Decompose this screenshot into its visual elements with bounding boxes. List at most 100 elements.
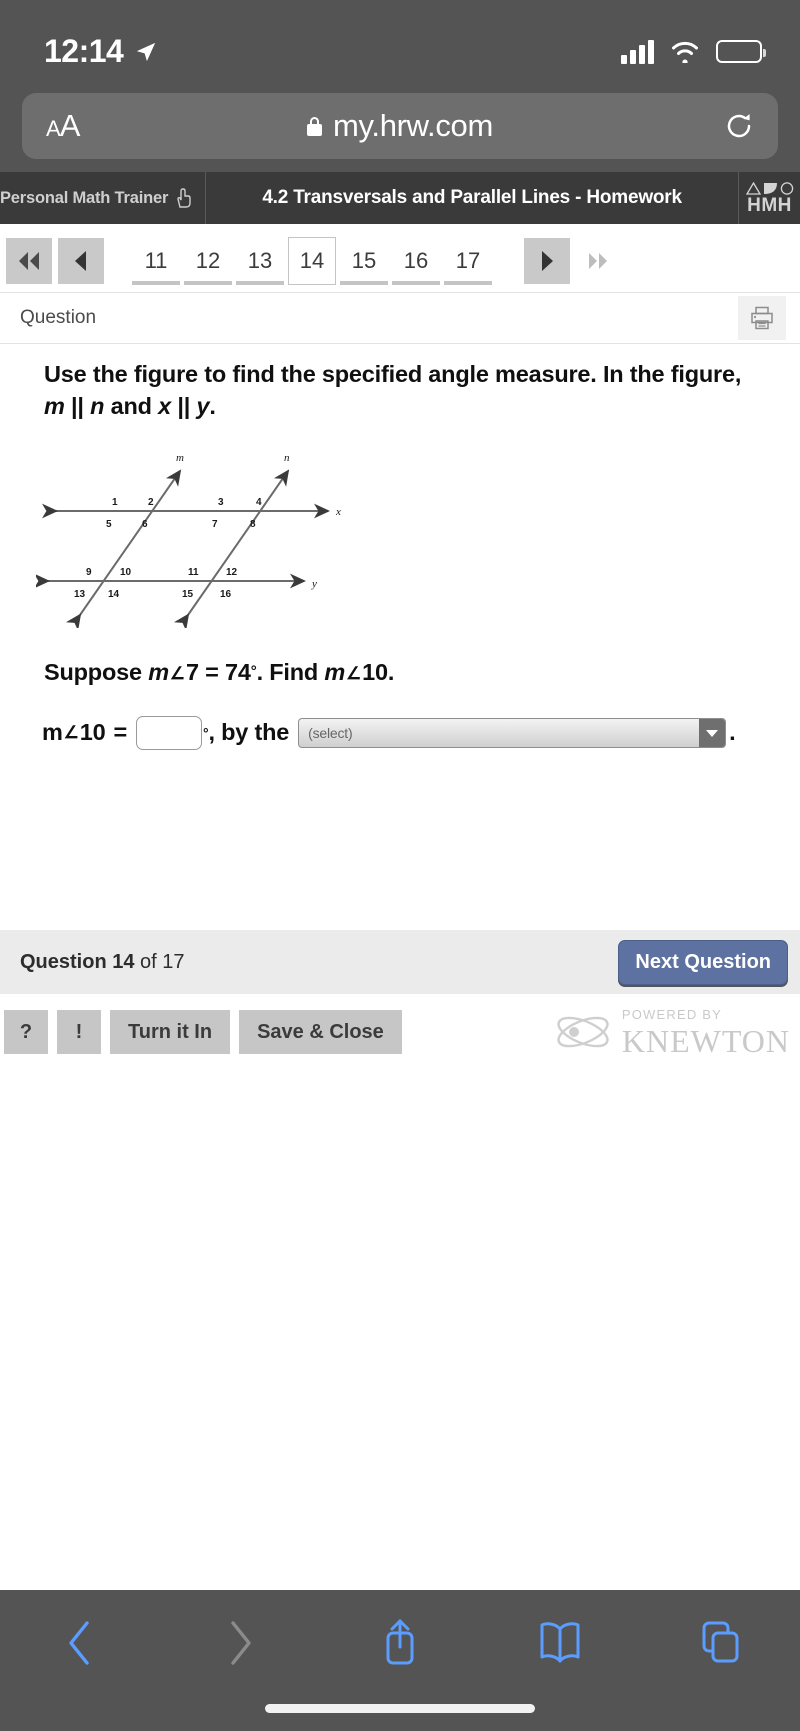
page-number-16[interactable]: 16 xyxy=(392,241,440,285)
safari-url-bar-container: AA my.hrw.com xyxy=(0,85,800,179)
tabs-button[interactable] xyxy=(684,1612,756,1674)
browser-forward-button[interactable] xyxy=(204,1612,276,1674)
pager-first-button[interactable] xyxy=(6,238,52,284)
reload-icon[interactable] xyxy=(724,111,754,141)
powered-by-label: POWERED BY xyxy=(621,1006,722,1022)
trailing-period: . xyxy=(729,719,736,746)
transversals-diagram: m n x y 1 2 3 4 5 6 7 8 9 10 11 12 13 14… xyxy=(34,452,341,631)
double-chevron-left-icon xyxy=(19,252,39,270)
answer-input[interactable] xyxy=(136,715,203,750)
pager-prev-button[interactable] xyxy=(58,238,104,284)
answer-equals: = xyxy=(113,719,128,746)
pager-right-controls xyxy=(524,238,622,284)
label-line-m: m xyxy=(176,452,184,464)
prompt-var-x: x xyxy=(158,393,172,420)
angle-14: 14 xyxy=(108,589,120,600)
cellular-signal-icon xyxy=(621,39,654,64)
find-var: m xyxy=(324,658,346,685)
suppose-line: Suppose m∠7 = 74°. Find m∠10. xyxy=(44,659,756,686)
status-bar-left: 12:14 xyxy=(44,33,157,70)
chevron-left-icon xyxy=(69,1621,89,1665)
angle-5: 5 xyxy=(106,519,112,530)
question-progress: Question 14 of 17 xyxy=(20,951,185,974)
prompt-line-1: Use the figure to find the specified ang… xyxy=(44,361,742,387)
answer-row: m ∠ 10 = ° , by the (select) . xyxy=(42,715,756,750)
angle-7: 7 xyxy=(212,519,218,530)
prompt-var-n: n xyxy=(90,393,105,420)
phone-screen: 12:14 AA my.hrw.com Personal Math Traine… xyxy=(0,0,800,1731)
hand-pointer-icon xyxy=(177,188,191,208)
chevron-left-icon xyxy=(75,251,86,271)
suppose-prefix: Suppose xyxy=(44,658,142,685)
page-number-15[interactable]: 15 xyxy=(340,241,388,285)
question-pager: 11 12 13 14 15 16 17 xyxy=(0,232,800,290)
label-line-x: x xyxy=(335,506,341,518)
page-number-17[interactable]: 17 xyxy=(444,241,492,285)
reason-select[interactable]: (select) xyxy=(298,717,727,748)
page-number-11[interactable]: 11 xyxy=(132,241,180,285)
personal-math-trainer-brand[interactable]: Personal Math Trainer xyxy=(0,172,207,224)
pager-next-button[interactable] xyxy=(524,238,570,284)
chevron-right-icon xyxy=(231,1621,251,1665)
share-icon xyxy=(386,1619,414,1665)
answer-label-var: m xyxy=(42,719,63,746)
pager-last-button[interactable] xyxy=(576,238,622,284)
caret-down-icon[interactable] xyxy=(699,718,726,747)
question-progress-total: 17 xyxy=(162,950,185,973)
page-number-12[interactable]: 12 xyxy=(184,241,232,285)
question-prompt: Use the figure to find the specified ang… xyxy=(44,344,756,423)
page-number-14-current[interactable]: 14 xyxy=(288,237,336,285)
battery-low-icon xyxy=(716,40,766,63)
reason-select-wrapper[interactable]: (select) xyxy=(298,717,727,748)
answer-by-the-label: , by the xyxy=(208,719,290,746)
prompt-var-m: m xyxy=(44,393,65,420)
label-line-n: n xyxy=(284,452,290,464)
angle-2: 2 xyxy=(148,497,154,508)
location-arrow-icon xyxy=(137,42,156,61)
safari-bottom-toolbar xyxy=(0,1590,800,1731)
help-button[interactable]: ? xyxy=(4,1010,48,1054)
url-display: my.hrw.com xyxy=(22,108,778,144)
next-question-button[interactable]: Next Question xyxy=(618,939,788,985)
app-header: Personal Math Trainer 4.2 Transversals a… xyxy=(0,172,800,224)
save-and-close-button[interactable]: Save & Close xyxy=(239,1010,402,1054)
transversal-m xyxy=(65,469,182,631)
share-button[interactable] xyxy=(364,1612,436,1674)
hmh-shapes-icon xyxy=(745,181,794,195)
bookmarks-button[interactable] xyxy=(524,1612,596,1674)
print-button[interactable] xyxy=(738,296,786,340)
angle-15: 15 xyxy=(182,589,194,600)
angle-12: 12 xyxy=(226,567,238,578)
double-chevron-right-icon xyxy=(589,253,607,269)
find-period: . xyxy=(387,658,395,685)
prompt-parallel-1: || xyxy=(71,393,84,420)
text-size-button[interactable]: AA xyxy=(46,108,80,144)
url-bar[interactable]: AA my.hrw.com xyxy=(22,93,778,159)
question-progress-word: Question xyxy=(20,950,107,973)
brand-label: Personal Math Trainer xyxy=(0,188,169,207)
prompt-parallel-2: || xyxy=(177,393,191,420)
angle-10: 10 xyxy=(120,567,132,578)
prompt-and: and xyxy=(110,393,152,420)
reason-select-value: (select) xyxy=(308,724,353,741)
hmh-logo: HMH xyxy=(738,172,800,224)
browser-back-button[interactable] xyxy=(44,1612,116,1674)
knewton-logo: POWERED BY KNEWTON xyxy=(554,1008,800,1057)
turn-it-in-button[interactable]: Turn it In xyxy=(110,1010,231,1054)
clock: 12:14 xyxy=(44,33,124,69)
lock-icon xyxy=(306,116,322,136)
suppose-find: . Find xyxy=(256,658,319,685)
printer-icon xyxy=(751,306,773,330)
suppose-value: 74 xyxy=(225,658,251,685)
geometry-figure: m n x y 1 2 3 4 5 6 7 8 9 10 11 12 13 14… xyxy=(34,443,756,633)
angle-8: 8 xyxy=(250,519,256,530)
suppose-var: m xyxy=(148,658,169,685)
alert-button[interactable]: ! xyxy=(57,1010,101,1054)
ios-status-bar: 12:14 xyxy=(0,0,800,85)
angle-11: 11 xyxy=(188,567,199,578)
question-strip-label: Question xyxy=(20,307,97,328)
angle-1: 1 xyxy=(112,497,118,508)
angle-13: 13 xyxy=(74,589,86,600)
page-number-13[interactable]: 13 xyxy=(236,241,284,285)
hmh-logo-text: HMH xyxy=(747,194,792,216)
